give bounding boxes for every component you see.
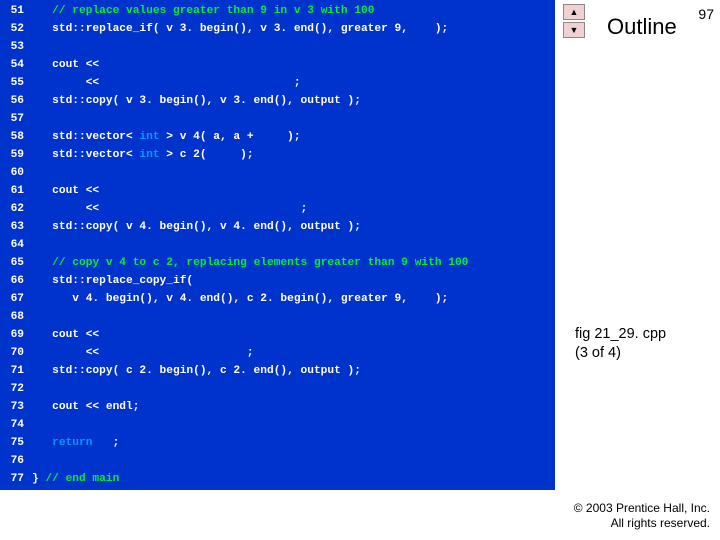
code-content: << ; <box>32 344 555 362</box>
code-line: 53 <box>0 38 555 56</box>
code-line: 62 << ; <box>0 200 555 218</box>
code-content <box>32 110 555 128</box>
code-content: std::copy( c 2. begin(), c 2. end(), out… <box>32 362 555 380</box>
line-number: 67 <box>0 290 32 308</box>
code-content <box>32 308 555 326</box>
line-number: 77 <box>0 470 32 488</box>
line-number: 62 <box>0 200 32 218</box>
code-content <box>32 452 555 470</box>
figure-label-line1: fig 21_29. cpp <box>575 325 666 344</box>
code-content: cout << <box>32 182 555 200</box>
line-number: 63 <box>0 218 32 236</box>
nav-down-button[interactable]: ▼ <box>563 22 585 38</box>
code-line: 74 <box>0 416 555 434</box>
code-content <box>32 416 555 434</box>
code-content: cout << <box>32 326 555 344</box>
code-line: 55 << ; <box>0 74 555 92</box>
code-content: std::vector< int > v 4( a, a + ); <box>32 128 555 146</box>
line-number: 54 <box>0 56 32 74</box>
code-line: 58 std::vector< int > v 4( a, a + ); <box>0 128 555 146</box>
line-number: 71 <box>0 362 32 380</box>
code-line: 69 cout << <box>0 326 555 344</box>
code-line: 61 cout << <box>0 182 555 200</box>
code-content: std::replace_if( v 3. begin(), v 3. end(… <box>32 20 555 38</box>
line-number: 66 <box>0 272 32 290</box>
slide-number: 97 <box>698 6 714 22</box>
code-line: 64 <box>0 236 555 254</box>
code-content: std::copy( v 4. begin(), v 4. end(), out… <box>32 218 555 236</box>
code-content: } // end main <box>32 470 555 488</box>
line-number: 55 <box>0 74 32 92</box>
code-content: << ; <box>32 74 555 92</box>
code-content: cout << <box>32 56 555 74</box>
code-line: 75 return ; <box>0 434 555 452</box>
line-number: 76 <box>0 452 32 470</box>
code-line: 70 << ; <box>0 344 555 362</box>
line-number: 60 <box>0 164 32 182</box>
code-line: 73 cout << endl; <box>0 398 555 416</box>
code-line: 68 <box>0 308 555 326</box>
line-number: 61 <box>0 182 32 200</box>
copyright-line1: © 2003 Prentice Hall, Inc. <box>574 501 710 517</box>
line-number: 70 <box>0 344 32 362</box>
line-number: 52 <box>0 20 32 38</box>
line-number: 65 <box>0 254 32 272</box>
outline-heading: Outline <box>607 14 677 40</box>
line-number: 57 <box>0 110 32 128</box>
code-content <box>32 38 555 56</box>
figure-label: fig 21_29. cpp (3 of 4) <box>575 325 666 363</box>
code-line: 66 std::replace_copy_if( <box>0 272 555 290</box>
code-content <box>32 164 555 182</box>
nav-buttons: ▲ ▼ <box>563 4 585 38</box>
code-line: 60 <box>0 164 555 182</box>
code-content <box>32 380 555 398</box>
line-number: 53 <box>0 38 32 56</box>
code-line: 63 std::copy( v 4. begin(), v 4. end(), … <box>0 218 555 236</box>
code-content: std::vector< int > c 2( ); <box>32 146 555 164</box>
line-number: 74 <box>0 416 32 434</box>
code-content: << ; <box>32 200 555 218</box>
code-line: 65 // copy v 4 to c 2, replacing element… <box>0 254 555 272</box>
code-line: 51 // replace values greater than 9 in v… <box>0 2 555 20</box>
code-line: 67 v 4. begin(), v 4. end(), c 2. begin(… <box>0 290 555 308</box>
code-line: 59 std::vector< int > c 2( ); <box>0 146 555 164</box>
line-number: 58 <box>0 128 32 146</box>
code-line: 76 <box>0 452 555 470</box>
code-panel: 51 // replace values greater than 9 in v… <box>0 0 555 490</box>
code-content: cout << endl; <box>32 398 555 416</box>
line-number: 75 <box>0 434 32 452</box>
code-line: 57 <box>0 110 555 128</box>
line-number: 56 <box>0 92 32 110</box>
line-number: 69 <box>0 326 32 344</box>
code-content: // replace values greater than 9 in v 3 … <box>32 2 555 20</box>
code-content: // copy v 4 to c 2, replacing elements g… <box>32 254 555 272</box>
code-content: std::replace_copy_if( <box>32 272 555 290</box>
code-line: 52 std::replace_if( v 3. begin(), v 3. e… <box>0 20 555 38</box>
code-content: std::copy( v 3. begin(), v 3. end(), out… <box>32 92 555 110</box>
line-number: 51 <box>0 2 32 20</box>
code-line: 72 <box>0 380 555 398</box>
line-number: 68 <box>0 308 32 326</box>
figure-label-line2: (3 of 4) <box>575 344 666 363</box>
copyright-line2: All rights reserved. <box>574 516 710 532</box>
code-line: 54 cout << <box>0 56 555 74</box>
code-line: 71 std::copy( c 2. begin(), c 2. end(), … <box>0 362 555 380</box>
copyright: © 2003 Prentice Hall, Inc. All rights re… <box>574 501 710 532</box>
code-line: 56 std::copy( v 3. begin(), v 3. end(), … <box>0 92 555 110</box>
code-line: 77} // end main <box>0 470 555 488</box>
line-number: 64 <box>0 236 32 254</box>
line-number: 59 <box>0 146 32 164</box>
nav-up-button[interactable]: ▲ <box>563 4 585 20</box>
line-number: 72 <box>0 380 32 398</box>
line-number: 73 <box>0 398 32 416</box>
code-content <box>32 236 555 254</box>
code-content: v 4. begin(), v 4. end(), c 2. begin(), … <box>32 290 555 308</box>
sidebar: ▲ ▼ Outline 97 fig 21_29. cpp (3 of 4) ©… <box>555 0 720 540</box>
code-content: return ; <box>32 434 555 452</box>
